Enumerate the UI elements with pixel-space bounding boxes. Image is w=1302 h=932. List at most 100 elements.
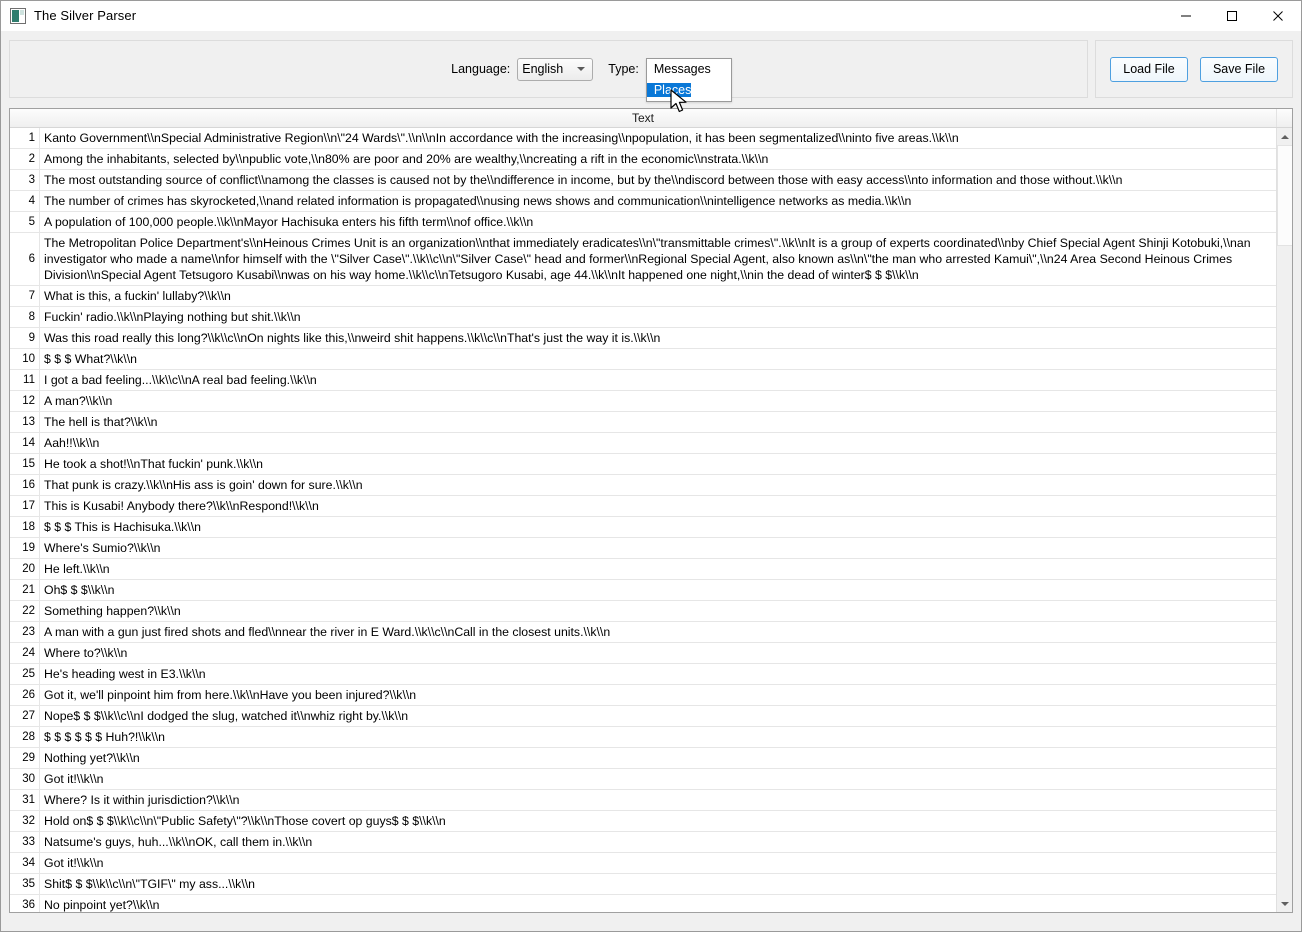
row-text-cell[interactable]: This is Kusabi! Anybody there?\\k\\nResp… — [40, 496, 1276, 516]
table-row[interactable]: 4 The number of crimes has skyrocketed,\\… — [10, 191, 1276, 212]
table-row[interactable]: 10 $ $ $ What?\\k\\n — [10, 349, 1276, 370]
row-text-cell[interactable]: Kanto Government\\nSpecial Administrativ… — [40, 128, 1276, 148]
table-row[interactable]: 33 Natsume's guys, huh...\\k\\nOK, call t… — [10, 832, 1276, 853]
scroll-up-button[interactable] — [1276, 128, 1292, 145]
row-text-cell[interactable]: The hell is that?\\k\\n — [40, 412, 1276, 432]
table-row[interactable]: 30 Got it!\\k\\n — [10, 769, 1276, 790]
table-row[interactable]: 6 The Metropolitan Police Department's\\n… — [10, 233, 1276, 286]
row-number: 2 — [10, 149, 40, 169]
row-number: 14 — [10, 433, 40, 453]
row-text-cell[interactable]: The number of crimes has skyrocketed,\\n… — [40, 191, 1276, 211]
options-panel: Language: English Type: Messages Places — [9, 40, 1088, 102]
table-row[interactable]: 11 I got a bad feeling...\\k\\c\\nA real … — [10, 370, 1276, 391]
row-number: 4 — [10, 191, 40, 211]
row-text-cell[interactable]: That punk is crazy.\\k\\nHis ass is goin… — [40, 475, 1276, 495]
table-row[interactable]: 22 Something happen?\\k\\n — [10, 601, 1276, 622]
row-text-cell[interactable]: A man?\\k\\n — [40, 391, 1276, 411]
row-text-cell[interactable]: Where? Is it within jurisdiction?\\k\\n — [40, 790, 1276, 810]
load-file-button[interactable]: Load File — [1110, 56, 1188, 82]
table-row[interactable]: 3 The most outstanding source of conflict… — [10, 170, 1276, 191]
row-number: 18 — [10, 517, 40, 537]
file-actions-panel: Load File Save File — [1095, 40, 1293, 98]
table-row[interactable]: 34 Got it!\\k\\n — [10, 853, 1276, 874]
row-text-cell[interactable]: What is this, a fuckin' lullaby?\\k\\n — [40, 286, 1276, 306]
row-text-cell[interactable]: Among the inhabitants, selected by\\npub… — [40, 149, 1276, 169]
row-text-cell[interactable]: A population of 100,000 people.\\k\\nMay… — [40, 212, 1276, 232]
table-row[interactable]: 26 Got it, we'll pinpoint him from here.\… — [10, 685, 1276, 706]
table-row[interactable]: 31 Where? Is it within jurisdiction?\\k\\… — [10, 790, 1276, 811]
row-number: 12 — [10, 391, 40, 411]
table-row[interactable]: 1 Kanto Government\\nSpecial Administrati… — [10, 128, 1276, 149]
table-row[interactable]: 9 Was this road really this long?\\k\\c\\… — [10, 328, 1276, 349]
row-text-cell[interactable]: Something happen?\\k\\n — [40, 601, 1276, 621]
column-header-text[interactable]: Text — [10, 111, 1276, 125]
table-row[interactable]: 8 Fuckin' radio.\\k\\nPlaying nothing but… — [10, 307, 1276, 328]
row-text-cell[interactable]: The most outstanding source of conflict\… — [40, 170, 1276, 190]
table-row[interactable]: 27 Nope$ $ $\\k\\c\\nI dodged the slug, w… — [10, 706, 1276, 727]
table-row[interactable]: 36 No pinpoint yet?\\k\\n — [10, 895, 1276, 912]
table-row[interactable]: 2 Among the inhabitants, selected by\\npu… — [10, 149, 1276, 170]
row-text-cell[interactable]: He took a shot!\\nThat fuckin' punk.\\k\… — [40, 454, 1276, 474]
row-text-cell[interactable]: Nope$ $ $\\k\\c\\nI dodged the slug, wat… — [40, 706, 1276, 726]
maximize-button[interactable] — [1209, 1, 1255, 31]
row-text-cell[interactable]: Was this road really this long?\\k\\c\\n… — [40, 328, 1276, 348]
table-row[interactable]: 14 Aah!!\\k\\n — [10, 433, 1276, 454]
table-row[interactable]: 25 He's heading west in E3.\\k\\n — [10, 664, 1276, 685]
save-file-button[interactable]: Save File — [1200, 56, 1278, 82]
row-text-cell[interactable]: Where to?\\k\\n — [40, 643, 1276, 663]
row-number: 13 — [10, 412, 40, 432]
status-bar — [1, 913, 1301, 931]
language-select[interactable]: English — [517, 57, 594, 81]
row-text-cell[interactable]: I got a bad feeling...\\k\\c\\nA real ba… — [40, 370, 1276, 390]
type-option-places[interactable]: Places — [646, 83, 692, 97]
row-number: 7 — [10, 286, 40, 306]
type-option-messages[interactable]: Messages — [647, 62, 711, 76]
table-row[interactable]: 12 A man?\\k\\n — [10, 391, 1276, 412]
table-row[interactable]: 32 Hold on$ $ $\\k\\c\\n\"Public Safety\"… — [10, 811, 1276, 832]
row-text-cell[interactable]: A man with a gun just fired shots and fl… — [40, 622, 1276, 642]
table-row[interactable]: 17 This is Kusabi! Anybody there?\\k\\nRe… — [10, 496, 1276, 517]
row-text-cell[interactable]: Got it!\\k\\n — [40, 853, 1276, 873]
row-text-cell[interactable]: $ $ $ This is Hachisuka.\\k\\n — [40, 517, 1276, 537]
vertical-scrollbar[interactable] — [1276, 128, 1292, 912]
row-text-cell[interactable]: He left.\\k\\n — [40, 559, 1276, 579]
row-text-cell[interactable]: Fuckin' radio.\\k\\nPlaying nothing but … — [40, 307, 1276, 327]
table-row[interactable]: 7 What is this, a fuckin' lullaby?\\k\\n — [10, 286, 1276, 307]
table-row[interactable]: 20 He left.\\k\\n — [10, 559, 1276, 580]
row-text-cell[interactable]: Nothing yet?\\k\\n — [40, 748, 1276, 768]
row-text-cell[interactable]: Got it!\\k\\n — [40, 769, 1276, 789]
minimize-button[interactable] — [1163, 1, 1209, 31]
table-row[interactable]: 5A population of 100,000 people.\\k\\nMa… — [10, 212, 1276, 233]
row-number: 8 — [10, 307, 40, 327]
table-row[interactable]: 18 $ $ $ This is Hachisuka.\\k\\n — [10, 517, 1276, 538]
table-row[interactable]: 13 The hell is that?\\k\\n — [10, 412, 1276, 433]
row-text-cell[interactable]: $ $ $ $ $ $ Huh?!\\k\\n — [40, 727, 1276, 747]
table-row[interactable]: 35 Shit$ $ $\\k\\c\\n\"TGIF\" my ass...\\… — [10, 874, 1276, 895]
row-text-cell[interactable]: Shit$ $ $\\k\\c\\n\"TGIF\" my ass...\\k\… — [40, 874, 1276, 894]
type-dropdown-list[interactable]: Messages Places — [645, 58, 732, 102]
row-text-cell[interactable]: Hold on$ $ $\\k\\c\\n\"Public Safety\"?\… — [40, 811, 1276, 831]
scroll-down-button[interactable] — [1276, 895, 1292, 912]
row-text-cell[interactable]: Oh$ $ $\\k\\n — [40, 580, 1276, 600]
table-row[interactable]: 29 Nothing yet?\\k\\n — [10, 748, 1276, 769]
row-text-cell[interactable]: Where's Sumio?\\k\\n — [40, 538, 1276, 558]
row-text-cell[interactable]: Got it, we'll pinpoint him from here.\\k… — [40, 685, 1276, 705]
row-text-cell[interactable]: $ $ $ What?\\k\\n — [40, 349, 1276, 369]
close-button[interactable] — [1255, 1, 1301, 31]
table-row[interactable]: 23 A man with a gun just fired shots and … — [10, 622, 1276, 643]
row-text-cell[interactable]: He's heading west in E3.\\k\\n — [40, 664, 1276, 684]
row-text-cell[interactable]: Natsume's guys, huh...\\k\\nOK, call the… — [40, 832, 1276, 852]
table-row[interactable]: 21 Oh$ $ $\\k\\n — [10, 580, 1276, 601]
row-text-cell[interactable]: Aah!!\\k\\n — [40, 433, 1276, 453]
table-row[interactable]: 16 That punk is crazy.\\k\\nHis ass is go… — [10, 475, 1276, 496]
table-row[interactable]: 24 Where to?\\k\\n — [10, 643, 1276, 664]
scrollbar-thumb[interactable] — [1276, 145, 1292, 246]
row-text-cell[interactable]: No pinpoint yet?\\k\\n — [40, 895, 1276, 912]
row-number: 17 — [10, 496, 40, 516]
row-number: 23 — [10, 622, 40, 642]
table-row[interactable]: 28 $ $ $ $ $ $ Huh?!\\k\\n — [10, 727, 1276, 748]
table-row[interactable]: 15 He took a shot!\\nThat fuckin' punk.\\… — [10, 454, 1276, 475]
row-text-cell[interactable]: The Metropolitan Police Department's\\nH… — [40, 233, 1276, 285]
table-row[interactable]: 19 Where's Sumio?\\k\\n — [10, 538, 1276, 559]
scrollbar-track[interactable] — [1276, 145, 1292, 895]
